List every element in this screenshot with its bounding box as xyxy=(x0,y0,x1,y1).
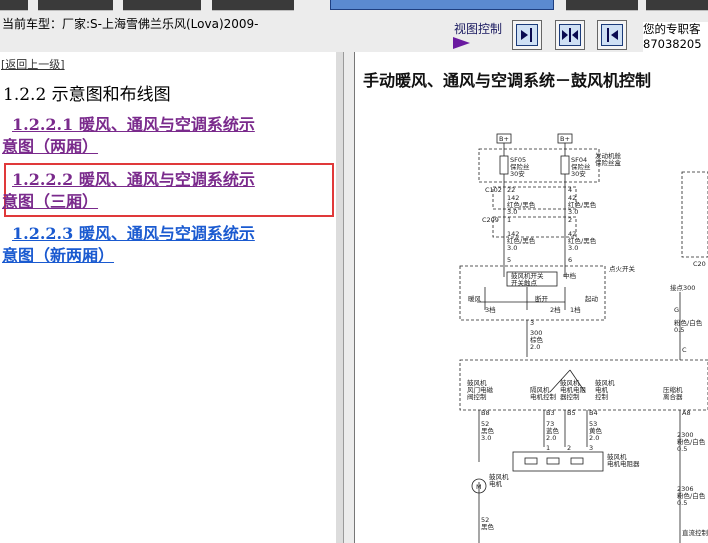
wiring-diagram: B+ B+ SF05 保险丝 30安 SF04 保险丝 30安 发动机舱 保险丝… xyxy=(459,133,708,543)
toolbar-tab-5[interactable] xyxy=(566,0,638,11)
pin-label: B5 xyxy=(567,409,576,417)
connector-label: C209 xyxy=(482,216,499,224)
pane-splitter[interactable] xyxy=(336,52,344,543)
module-label: 器控制 xyxy=(560,392,580,401)
wire-label: 2.0 xyxy=(589,434,599,442)
wire-label: 0.5 xyxy=(677,499,687,507)
toolbar-tab-6[interactable] xyxy=(646,0,708,11)
pin-label: B3 xyxy=(546,409,555,417)
pin-label: 6 xyxy=(568,256,572,264)
toolbar-tab-active[interactable] xyxy=(330,0,554,10)
pin-label: 3 xyxy=(589,444,593,452)
connector-label: C102 xyxy=(485,186,502,194)
support-contact-box: 您的专职客 87038205 xyxy=(643,22,708,52)
pin-label: 1 xyxy=(507,216,511,224)
module-label: 阀控制 xyxy=(467,392,487,401)
pin-label: A8 xyxy=(682,409,691,417)
support-contact-line1: 您的专职客 xyxy=(643,22,701,36)
toc-link-two-box[interactable]: 1.2.2.1 暖风、通风与空调系统示 意图（两厢） xyxy=(2,114,332,158)
toolbar-tab-3[interactable] xyxy=(123,0,201,11)
bplus-label: B+ xyxy=(499,135,509,143)
wire-label: 0.5 xyxy=(677,445,687,453)
toc-link-line: 1.2.2.1 暖风、通风与空调系统示 xyxy=(12,115,255,134)
navigation-pane: [返回上一级] 1.2.2 示意图和布线图 1.2.2.1 暖风、通风与空调系统… xyxy=(0,52,336,543)
switch-position-label: 断开 xyxy=(535,294,549,303)
pane-splitter-handle[interactable] xyxy=(344,52,355,543)
bottom-control-label: 直流控制 xyxy=(682,528,708,537)
toc-link-new-two-box[interactable]: 1.2.2.3 暖风、通风与空调系统示 意图（新两厢） xyxy=(2,223,332,267)
document-title: 手动暖风、通风与空调系统－鼓风机控制 xyxy=(363,71,652,90)
collapse-left-icon xyxy=(516,24,538,46)
switch-label: 开关触点 xyxy=(511,278,538,287)
pin-label: 1 xyxy=(546,444,550,452)
fuse-label: 30安 xyxy=(571,169,586,178)
collapse-right-view-button[interactable] xyxy=(597,20,627,50)
wire-label: 3.0 xyxy=(568,208,578,216)
split-view-button[interactable] xyxy=(555,20,585,50)
view-control-label: 视图控制 xyxy=(454,22,503,36)
switch-position-label: 暖风 xyxy=(468,295,482,303)
splice-label: 接点300 xyxy=(670,283,695,292)
pin-label: 4 xyxy=(568,186,572,194)
switch-position-label: 1档 xyxy=(570,305,581,314)
wire-label: 3.0 xyxy=(568,244,578,252)
pin-label: G xyxy=(674,306,679,314)
module-label: 控制 xyxy=(595,392,609,401)
wire-label: 2.0 xyxy=(546,434,556,442)
collapse-left-view-button[interactable] xyxy=(512,20,542,50)
switch-position-label: 起动 xyxy=(585,295,599,303)
motor-symbol: M xyxy=(476,483,482,491)
toc-link-line: 意图（两厢） xyxy=(2,137,99,156)
switch-position-label: 3档 xyxy=(485,305,496,314)
ignition-switch-label: 点火开关 xyxy=(609,264,636,273)
toc-link-line: 1.2.2.2 暖风、通风与空调系统示 xyxy=(12,170,255,189)
pin-label: 22 xyxy=(507,186,515,194)
pin-label: 5 xyxy=(507,256,511,264)
toolbar-tab-2[interactable] xyxy=(38,0,113,11)
pin-label: B8 xyxy=(481,409,490,417)
section-heading: 1.2.2 示意图和布线图 xyxy=(3,85,171,105)
header-bar: 当前车型：厂家:S-上海雪佛兰乐风(Lova)2009- 视图控制 您的专职客 … xyxy=(0,0,708,52)
document-pane: B+ B+ SF05 保险丝 30安 SF04 保险丝 30安 发动机舱 保险丝… xyxy=(355,52,708,543)
pin-label: 2 xyxy=(568,216,572,224)
toc-link-line: 意图（三厢） xyxy=(2,192,99,211)
toc-link-three-box[interactable]: 1.2.2.2 暖风、通风与空调系统示 意图（三厢） xyxy=(2,169,332,213)
bplus-label: B+ xyxy=(560,135,570,143)
back-link[interactable]: [返回上一级] xyxy=(1,56,65,72)
toc-link-line: 1.2.2.3 暖风、通风与空调系统示 xyxy=(12,224,255,243)
wire-label: 3.0 xyxy=(481,434,491,442)
pin-label: 3 xyxy=(530,319,534,327)
wire-label: 3.0 xyxy=(507,208,517,216)
module-label: 离合器 xyxy=(663,392,683,401)
support-contact-line2: 87038205 xyxy=(643,37,702,51)
fuse-label: 30安 xyxy=(510,169,525,178)
toolbar-tab-4[interactable] xyxy=(212,0,294,11)
pin-label: C xyxy=(682,346,687,354)
switch-position-label: 2档 xyxy=(550,305,561,314)
connector-label: C20 xyxy=(693,260,706,268)
pin-label: B4 xyxy=(589,409,598,417)
toc-link-line: 意图（新两厢） xyxy=(2,246,115,265)
current-vehicle-label: 当前车型：厂家:S-上海雪佛兰乐风(Lova)2009- xyxy=(2,17,259,31)
wire-label: 0.5 xyxy=(674,326,684,334)
wire-label: 黑色 xyxy=(481,522,495,531)
play-arrow-icon xyxy=(453,37,470,49)
collapse-right-icon xyxy=(601,24,623,46)
module-label: 电机控制 xyxy=(530,392,557,401)
resistor-label: 电机电阻器 xyxy=(607,459,640,468)
pin-label: 2 xyxy=(567,444,571,452)
motor-label: 电机 xyxy=(489,479,503,488)
wire-label: 2.0 xyxy=(530,343,540,351)
wire-label: 3.0 xyxy=(507,244,517,252)
split-view-icon xyxy=(559,24,581,46)
fuse-box-label: 保险丝盒 xyxy=(595,158,622,167)
switch-label: 中档 xyxy=(563,271,576,280)
toolbar-tab-1[interactable] xyxy=(0,0,28,11)
